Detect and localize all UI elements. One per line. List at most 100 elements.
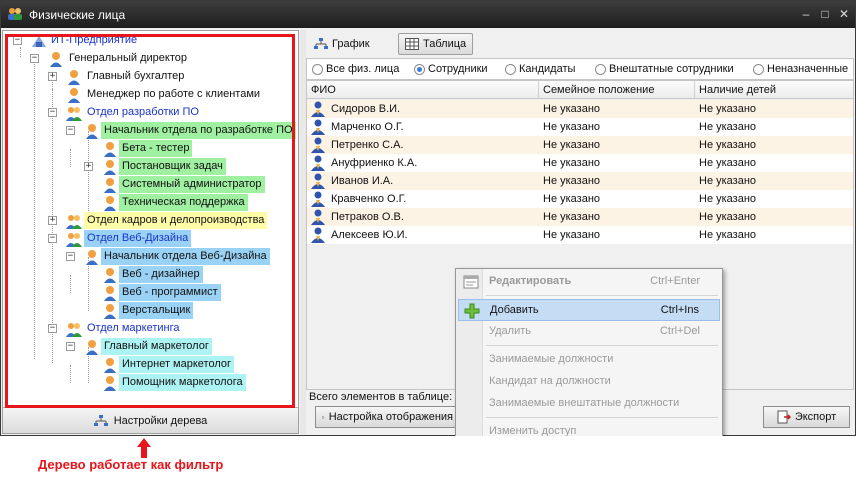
collapse-icon[interactable]: −: [48, 108, 57, 117]
table-cell: Не указано: [699, 121, 757, 133]
tree-node[interactable]: Бета - тестер: [3, 140, 298, 158]
filter-label: Все физ. лица: [326, 63, 400, 75]
tree-node[interactable]: Помощник маркетолога: [3, 374, 298, 392]
column-header-name[interactable]: ФИО: [307, 81, 539, 99]
person-icon: [311, 209, 325, 225]
tree-node[interactable]: − Отдел маркетинга: [3, 320, 298, 338]
tree-node[interactable]: − Отдел Веб-Дизайна: [3, 230, 298, 248]
people-app-icon: [8, 8, 22, 20]
tree-node[interactable]: − Генеральный директор: [3, 50, 298, 68]
tree-node[interactable]: Верстальщик: [3, 302, 298, 320]
person-icon: [311, 101, 325, 117]
table-cell: Иванов И.А.: [331, 175, 394, 187]
table-row[interactable]: Петраков О.В. Не указано Не указано: [307, 208, 853, 226]
person-icon: [311, 173, 325, 189]
tree-node[interactable]: − Начальник отдела по разработке ПО: [3, 122, 298, 140]
filter-label: Кандидаты: [519, 63, 576, 75]
menu-item[interactable]: Занимаемые внештатные должности: [458, 393, 720, 415]
view-tabs: График Таблица: [306, 30, 854, 58]
tab-table[interactable]: Таблица: [398, 33, 474, 55]
tree-node[interactable]: Интернет маркетолог: [3, 356, 298, 374]
table-cell: Не указано: [543, 139, 601, 151]
department-icon: [66, 107, 82, 121]
collapse-icon[interactable]: −: [66, 342, 75, 351]
menu-separator: [486, 417, 718, 418]
menu-item-label: Кандидат на должности: [489, 375, 611, 387]
tree-node[interactable]: − Начальник отдела Веб-Дизайна: [3, 248, 298, 266]
expand-icon[interactable]: +: [48, 216, 57, 225]
tree-node[interactable]: Веб - программист: [3, 284, 298, 302]
person-icon: [311, 155, 325, 171]
person-icon: [104, 178, 116, 193]
filter-unassigned[interactable]: Неназначенные: [753, 63, 848, 75]
radio-dot: [414, 63, 425, 75]
title-bar: Физические лица – □ ✕: [1, 1, 855, 28]
person-icon: [104, 196, 116, 211]
tree-node[interactable]: Менеджер по работе с клиентами: [3, 86, 298, 104]
table-icon: [405, 38, 419, 50]
table-row[interactable]: Ануфриенко К.А. Не указано Не указано: [307, 154, 853, 172]
tab-chart[interactable]: График: [308, 33, 376, 55]
filter-label: Сотрудники: [428, 63, 488, 75]
menu-item[interactable]: Кандидат на должности: [458, 371, 720, 393]
menu-item[interactable]: Занимаемые должности: [458, 349, 720, 371]
radio-dot: [595, 63, 606, 75]
column-header-children[interactable]: Наличие детей: [695, 81, 853, 99]
collapse-icon[interactable]: −: [66, 252, 75, 261]
filter-all[interactable]: Все физ. лица: [312, 63, 399, 75]
org-tree[interactable]: − ИТ-Предприятие − Генеральный директор …: [3, 31, 298, 407]
collapse-icon[interactable]: −: [48, 324, 57, 333]
tree-node[interactable]: + Постановщик задач: [3, 158, 298, 176]
menu-item[interactable]: Удалить Ctrl+Del: [458, 321, 720, 343]
collapse-icon[interactable]: −: [13, 36, 22, 45]
table-row[interactable]: Иванов И.А. Не указано Не указано: [307, 172, 853, 190]
tree-node[interactable]: + Главный бухгалтер: [3, 68, 298, 86]
menu-item-shortcut: Ctrl+Enter: [650, 275, 700, 287]
menu-item[interactable]: Редактировать Ctrl+Enter: [458, 271, 720, 293]
display-settings-button[interactable]: Настройка отображения: [315, 406, 460, 428]
tree-node[interactable]: − Отдел разработки ПО: [3, 104, 298, 122]
collapse-icon[interactable]: −: [66, 126, 75, 135]
table-row[interactable]: Марченко О.Г. Не указано Не указано: [307, 118, 853, 136]
menu-separator: [486, 345, 718, 346]
tree-node[interactable]: + Отдел кадров и делопроизводства: [3, 212, 298, 230]
person-icon: [311, 119, 325, 135]
table-row[interactable]: Петренко С.А. Не указано Не указано: [307, 136, 853, 154]
tree-node[interactable]: Системный администратор: [3, 176, 298, 194]
tab-chart-label: График: [332, 38, 370, 50]
table-cell: Не указано: [699, 193, 757, 205]
expand-icon[interactable]: +: [84, 162, 93, 171]
tree-node[interactable]: Веб - дизайнер: [3, 266, 298, 284]
tree-node-label: Менеджер по работе с клиентами: [87, 88, 261, 100]
menu-item[interactable]: Добавить Ctrl+Ins: [458, 299, 720, 321]
person-icon: [104, 286, 116, 301]
table-cell: Не указано: [543, 103, 601, 115]
tree-node[interactable]: Техническая поддержка: [3, 194, 298, 212]
menu-item-label: Занимаемые должности: [489, 353, 614, 365]
collapse-icon[interactable]: −: [48, 234, 57, 243]
maximize-button[interactable]: □: [816, 6, 834, 22]
tree-node-label: Веб - программист: [119, 284, 221, 301]
filter-employees[interactable]: Сотрудники: [414, 63, 488, 75]
filter-freelancers[interactable]: Внештатные сотрудники: [595, 63, 734, 75]
tree-settings-button[interactable]: Настройки дерева: [3, 407, 298, 433]
collapse-icon[interactable]: −: [30, 54, 39, 63]
tree-node-label: Веб - дизайнер: [119, 266, 203, 283]
table-cell: Ануфриенко К.А.: [331, 157, 418, 169]
close-button[interactable]: ✕: [835, 6, 853, 22]
table-row[interactable]: Алексеев Ю.И. Не указано Не указано: [307, 226, 853, 244]
tree-structure-icon: [93, 414, 108, 426]
export-button[interactable]: Экспорт: [763, 406, 850, 428]
filter-candidates[interactable]: Кандидаты: [505, 63, 575, 75]
annotation-text: Дерево работает как фильтр: [38, 457, 224, 472]
table-row[interactable]: Кравченко О.Г. Не указано Не указано: [307, 190, 853, 208]
person-icon: [104, 160, 116, 175]
table-cell: Не указано: [543, 175, 601, 187]
minimize-button[interactable]: –: [797, 6, 815, 22]
table-row[interactable]: Сидоров В.И. Не указано Не указано: [307, 100, 853, 118]
tree-node[interactable]: − ИТ-Предприятие: [3, 32, 298, 50]
expand-icon[interactable]: +: [48, 72, 57, 81]
tree-node[interactable]: − Главный маркетолог: [3, 338, 298, 356]
tree-node-label: Верстальщик: [119, 302, 194, 319]
column-header-marital[interactable]: Семейное положение: [539, 81, 695, 99]
